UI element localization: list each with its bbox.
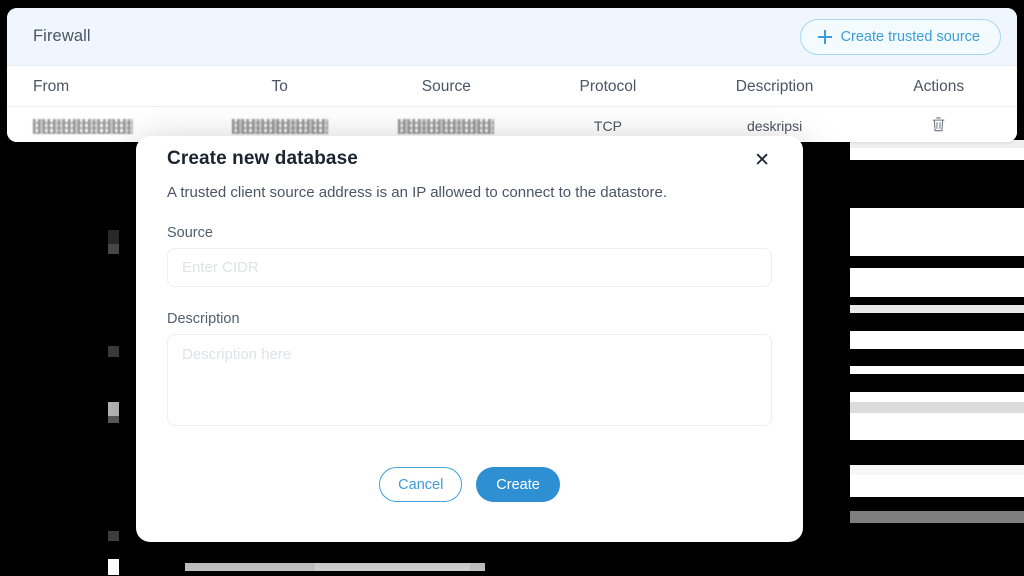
background-stripes [850, 140, 1024, 576]
modal-header: Create new database ✕ [167, 136, 772, 172]
close-icon[interactable]: ✕ [752, 149, 772, 172]
column-header-to[interactable]: To [193, 66, 366, 107]
background-stripe [850, 440, 1024, 465]
firewall-table: From To Source Protocol Description Acti… [7, 66, 1017, 142]
create-trusted-source-button[interactable]: Create trusted source [799, 18, 1001, 55]
background-stripe [850, 305, 1024, 313]
column-header-from[interactable]: From [7, 66, 194, 107]
modal-title: Create new database [167, 148, 358, 169]
description-textarea[interactable] [167, 334, 772, 426]
modal-subtitle: A trusted client source address is an IP… [167, 184, 668, 201]
column-header-description[interactable]: Description [688, 66, 861, 107]
firewall-card: Firewall Create trusted source From To S… [7, 8, 1017, 142]
background-stripe [850, 349, 1024, 366]
background-stripe [850, 374, 1024, 392]
background-stripe [850, 268, 1024, 297]
background-noise-chip [108, 346, 119, 357]
create-trusted-source-label: Create trusted source [840, 28, 980, 45]
background-noise-chip [108, 402, 119, 416]
redacted-value-to [231, 119, 328, 135]
background-stripe [850, 413, 1024, 440]
background-stripe [850, 392, 1024, 402]
description-field-label: Description [167, 311, 240, 327]
background-stripe [850, 465, 1024, 475]
table-header-row: From To Source Protocol Description Acti… [7, 66, 1017, 107]
background-stripe [850, 475, 1024, 497]
background-stripe [850, 402, 1024, 413]
background-stripe [850, 366, 1024, 374]
source-input[interactable] [167, 248, 772, 287]
background-stripe [850, 297, 1024, 305]
background-stripe [850, 148, 1024, 160]
background-stripe [850, 256, 1024, 268]
redacted-value-source [398, 119, 495, 135]
modal-actions: Cancel Create [167, 467, 772, 502]
background-stripe [850, 497, 1024, 511]
background-stripe [850, 331, 1024, 349]
page-title: Firewall [33, 27, 91, 45]
background-stripe [850, 523, 1024, 576]
background-noise-chip [108, 244, 119, 254]
cell-actions [860, 106, 1017, 142]
background-noise-chip [108, 531, 119, 541]
background-stripe [850, 160, 1024, 208]
background-stripe [850, 208, 1024, 256]
background-noise-chip [108, 416, 119, 423]
create-database-modal: Create new database ✕ A trusted client s… [136, 136, 803, 542]
trash-icon[interactable] [931, 116, 946, 133]
cancel-button[interactable]: Cancel [379, 467, 463, 502]
background-noise-chip [108, 559, 119, 575]
column-header-protocol[interactable]: Protocol [527, 66, 689, 107]
background-bottom-band-light [315, 563, 470, 571]
redacted-value-from [33, 119, 133, 135]
background-noise-chip [108, 230, 119, 244]
column-header-actions: Actions [860, 66, 1017, 107]
plus-icon [817, 29, 832, 44]
background-stripe [850, 511, 1024, 523]
column-header-source[interactable]: Source [365, 66, 528, 107]
background-stripe [850, 313, 1024, 331]
create-button[interactable]: Create [476, 467, 560, 502]
source-field-label: Source [167, 225, 213, 241]
background-noise-chips [108, 148, 122, 575]
screen-root: Firewall Create trusted source From To S… [0, 0, 1024, 576]
firewall-card-header: Firewall Create trusted source [7, 8, 1017, 66]
